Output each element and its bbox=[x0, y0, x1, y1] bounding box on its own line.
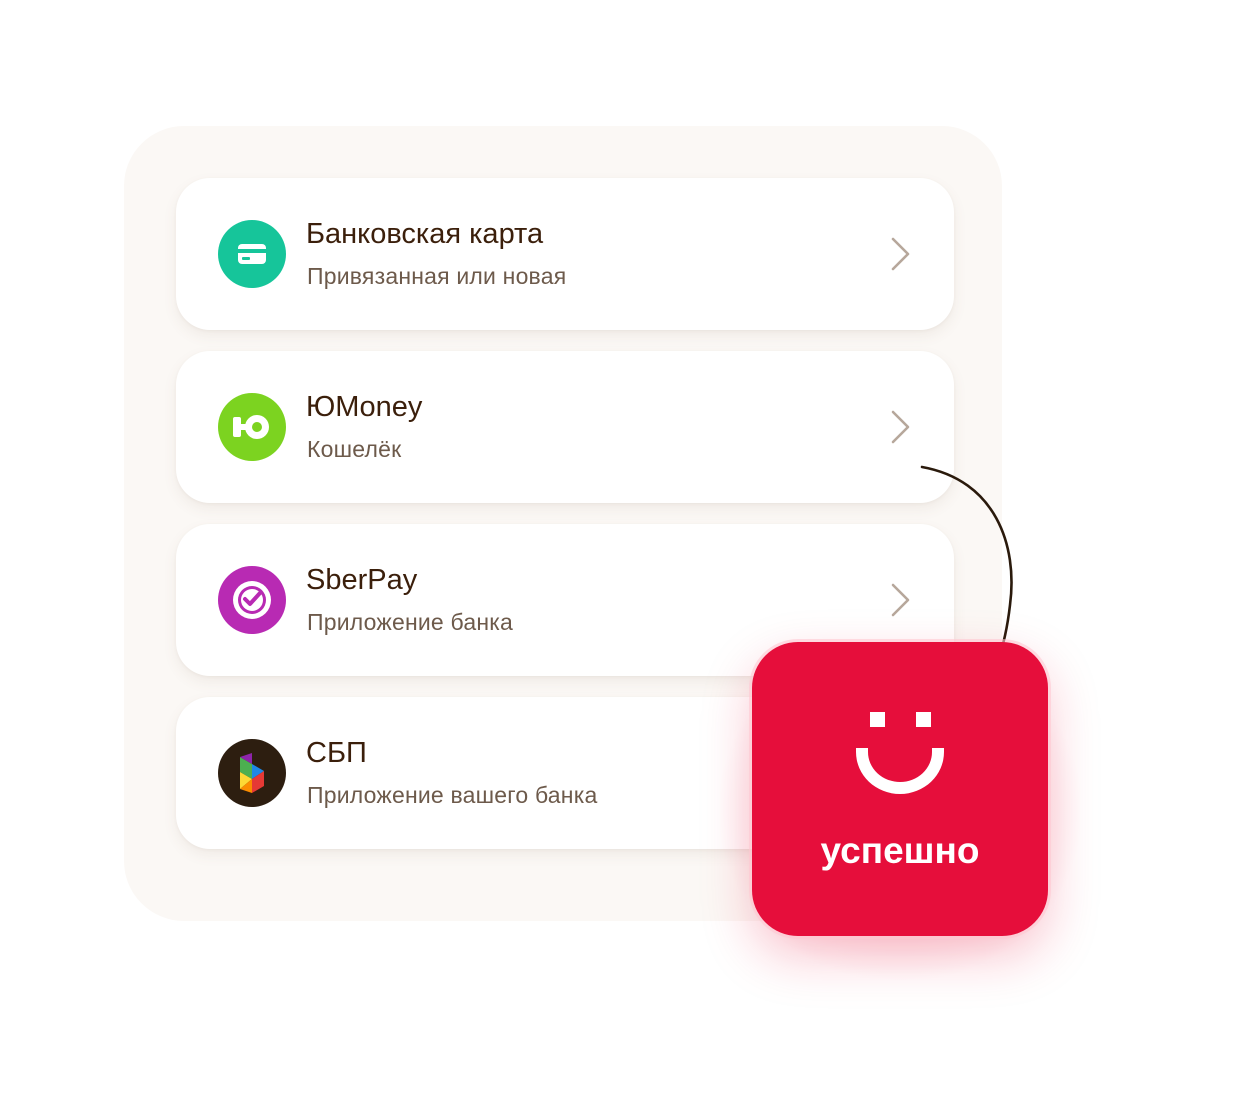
payment-option-subtitle: Приложение вашего банка bbox=[307, 782, 598, 808]
chevron-right-icon bbox=[891, 410, 910, 444]
payment-option-title: СБП bbox=[306, 737, 367, 769]
success-label: успешно bbox=[820, 830, 980, 871]
payment-option-yumoney[interactable]: ЮMoney Кошелёк bbox=[176, 351, 954, 503]
payment-option-title: ЮMoney bbox=[306, 391, 423, 423]
payment-option-subtitle: Привязанная или новая bbox=[307, 263, 567, 289]
payment-option-subtitle: Кошелёк bbox=[307, 436, 402, 462]
sberpay-logo-icon bbox=[218, 566, 286, 634]
payment-option-bank-card[interactable]: Банковская карта Привязанная или новая bbox=[176, 178, 954, 330]
payment-option-subtitle: Приложение банка bbox=[307, 609, 513, 635]
payment-option-title: SberPay bbox=[306, 564, 418, 596]
payment-option-title: Банковская карта bbox=[306, 218, 544, 250]
smile-icon bbox=[856, 712, 944, 794]
bank-card-icon bbox=[218, 220, 286, 288]
sbp-logo-icon bbox=[218, 739, 286, 807]
yumoney-logo-icon bbox=[218, 393, 286, 461]
chevron-right-icon bbox=[891, 237, 910, 271]
success-badge: успешно bbox=[752, 642, 1048, 936]
